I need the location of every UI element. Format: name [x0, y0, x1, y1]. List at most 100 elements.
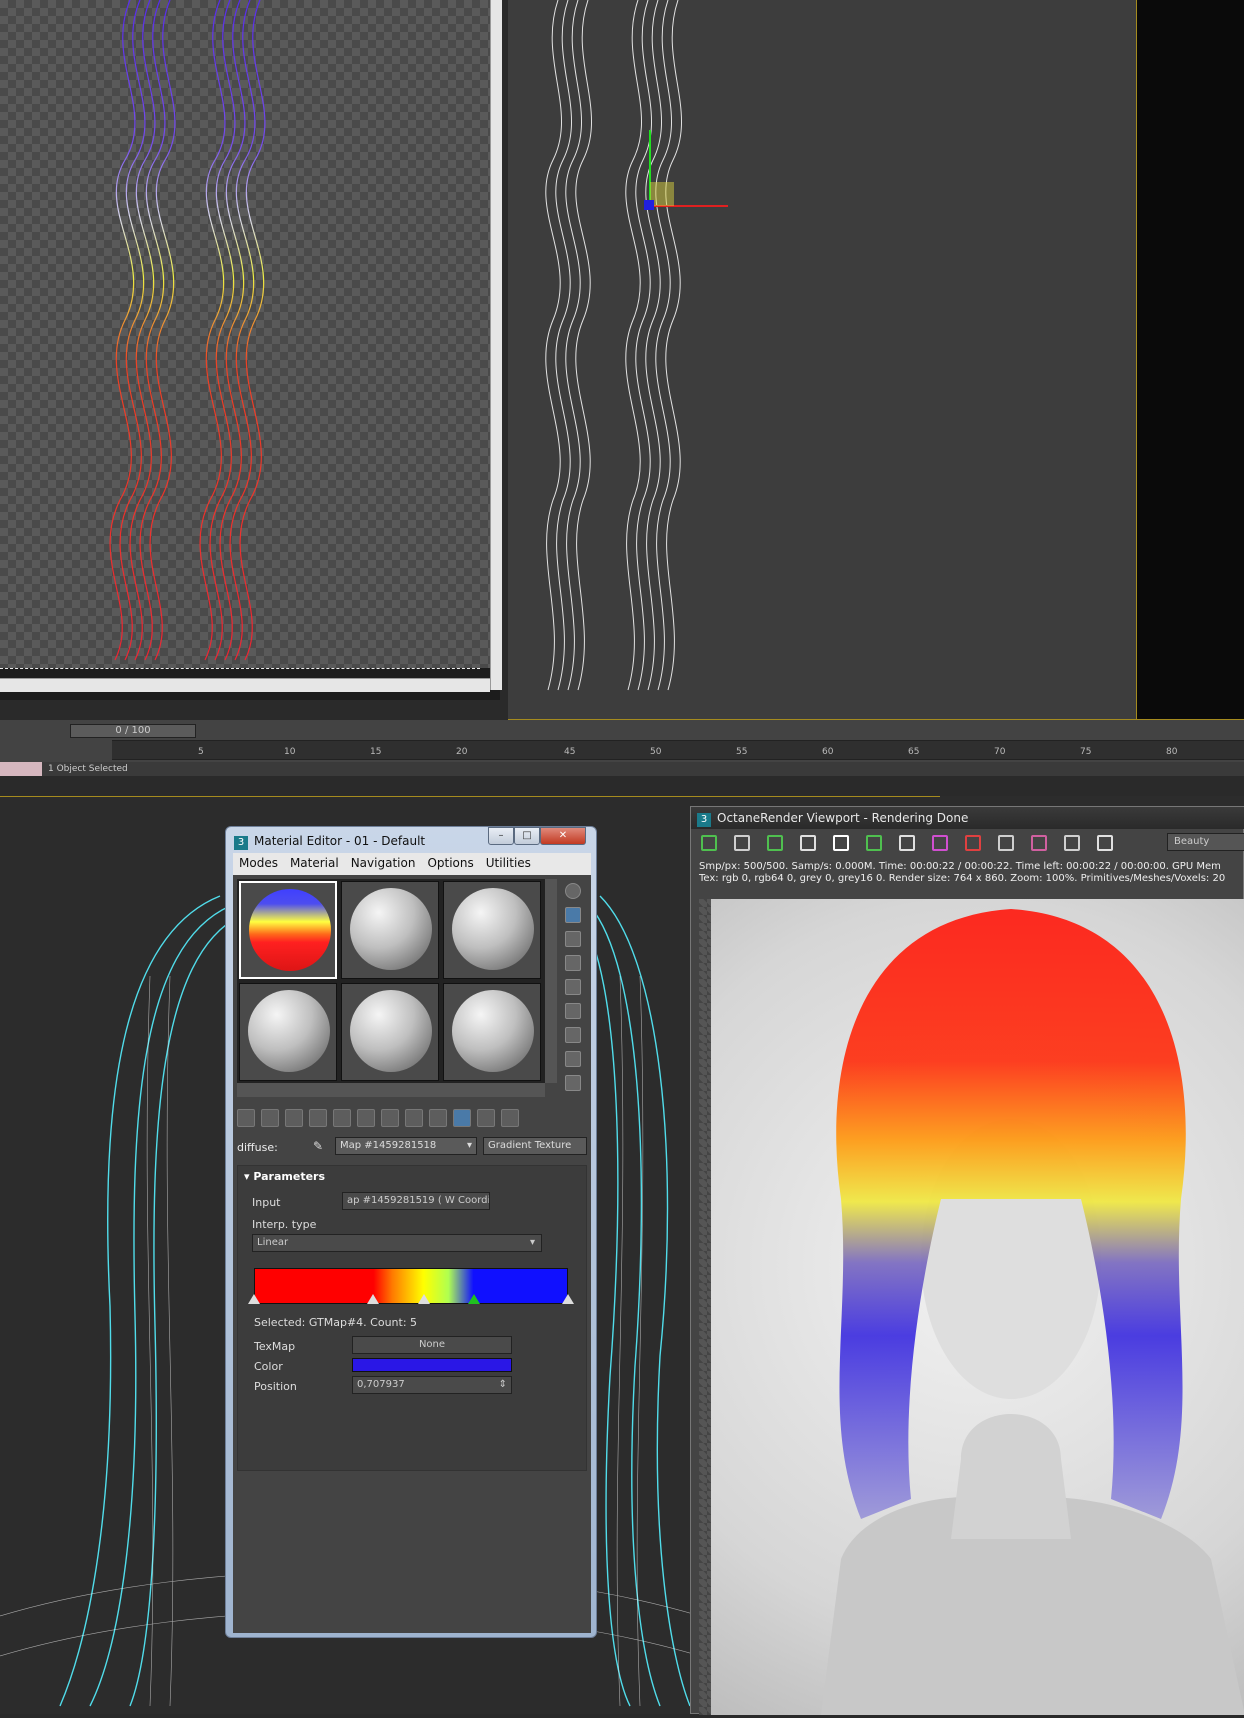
menu-navigation[interactable]: Navigation [345, 853, 422, 873]
close-button[interactable]: ✕ [540, 827, 586, 845]
timeline-tick: 70 [994, 747, 1006, 757]
viewport-vertical-scrollbar[interactable] [490, 0, 502, 690]
render-pass-dropdown[interactable]: Beauty [1167, 833, 1244, 851]
window-title: OctaneRender Viewport - Rendering Done [717, 811, 969, 825]
timeline-track[interactable]: 5 10 15 20 45 50 55 60 65 70 75 80 [112, 740, 1244, 760]
material-preview-sphere [452, 888, 534, 970]
timeline-tick: 75 [1080, 747, 1092, 757]
material-id-channel-icon[interactable] [405, 1109, 423, 1127]
sample-type-icon[interactable] [565, 883, 581, 899]
menu-utilities[interactable]: Utilities [480, 853, 537, 873]
octane-tool-icon[interactable] [800, 835, 816, 851]
octane-tool-icon[interactable] [767, 835, 783, 851]
sample-slot[interactable] [341, 983, 439, 1081]
go-to-parent-icon[interactable] [477, 1109, 495, 1127]
gradient-flag-marker[interactable] [248, 1294, 260, 1304]
octane-tool-icon[interactable] [998, 835, 1014, 851]
go-forward-sibling-icon[interactable] [501, 1109, 519, 1127]
select-by-material-icon[interactable] [565, 1051, 581, 1067]
menu-options[interactable]: Options [421, 853, 479, 873]
octane-tool-icon[interactable] [932, 835, 948, 851]
chevron-down-icon: ▾ [466, 1140, 472, 1151]
minimize-button[interactable]: – [488, 827, 514, 845]
stats-line: Tex: rgb 0, rgb64 0, grey 0, grey16 0. R… [699, 873, 1226, 884]
viewport-horizontal-scrollbar[interactable] [0, 678, 490, 692]
show-shaded-icon[interactable] [429, 1109, 447, 1127]
octane-render-window[interactable]: 3 OctaneRender Viewport - Rendering Done … [690, 806, 1244, 1715]
sample-slot-active[interactable] [239, 881, 337, 979]
octane-tool-icon[interactable] [734, 835, 750, 851]
material-editor-window[interactable]: 3 Material Editor - 01 - Default – □ ✕ Mo… [225, 826, 597, 1638]
get-material-icon[interactable] [237, 1109, 255, 1127]
color-swatch[interactable] [352, 1358, 512, 1372]
slots-horizontal-scrollbar[interactable] [237, 1083, 545, 1097]
show-end-result-icon[interactable] [453, 1109, 471, 1127]
material-preview-sphere [452, 990, 534, 1072]
put-material-icon[interactable] [261, 1109, 279, 1127]
make-preview-icon[interactable] [565, 1003, 581, 1019]
octane-tool-icon[interactable] [701, 835, 717, 851]
app-logo-icon: 3 [697, 813, 711, 827]
octane-tool-icon[interactable] [965, 835, 981, 851]
rollout-header[interactable]: ▾ Parameters [244, 1170, 325, 1183]
material-map-navigator-icon[interactable] [565, 1075, 581, 1091]
octane-tool-icon[interactable] [866, 835, 882, 851]
timeline-tick: 20 [456, 747, 468, 757]
backlight-icon[interactable] [565, 907, 581, 923]
map-type-button[interactable]: Gradient Texture [483, 1137, 587, 1155]
menu-bar: Modes Material Navigation Options Utilities [233, 853, 591, 875]
sample-slot[interactable] [443, 881, 541, 979]
position-spinner[interactable]: 0,707937 ⇕ [352, 1376, 512, 1394]
texmap-button[interactable]: None [352, 1336, 512, 1354]
bust-neck [951, 1414, 1071, 1539]
gradient-flag-marker[interactable] [467, 1294, 480, 1304]
menu-modes[interactable]: Modes [233, 853, 284, 873]
gradient-flag-marker[interactable] [367, 1294, 380, 1304]
sample-slot[interactable] [239, 983, 337, 1081]
reset-map-icon[interactable] [309, 1109, 327, 1127]
chevron-down-icon: ▾ [529, 1237, 535, 1248]
put-to-library-icon[interactable] [381, 1109, 399, 1127]
spinner-arrows-icon: ⇕ [498, 1379, 507, 1390]
assign-material-icon[interactable] [285, 1109, 303, 1127]
viewport-top-right[interactable] [508, 0, 1136, 720]
octane-tool-icon[interactable] [1064, 835, 1080, 851]
octane-tool-icon[interactable] [1031, 835, 1047, 851]
viewport-dashed-border [0, 668, 480, 669]
parameters-rollout: ▾ Parameters Input ap #1459281519 ( W Co… [237, 1165, 587, 1471]
input-map-button[interactable]: ap #1459281519 ( W Coordinate [342, 1192, 490, 1210]
collapse-triangle-icon: ▾ [244, 1170, 254, 1183]
eyedropper-icon[interactable]: ✎ [313, 1139, 327, 1153]
white-curly-hair-wireframe [545, 0, 728, 691]
map-name-dropdown[interactable]: Map #1459281518 ▾ [335, 1137, 477, 1155]
sample-uv-tiling-icon[interactable] [565, 955, 581, 971]
render-statistics: Smp/px: 500/500. Samp/s: 0.000M. Time: 0… [699, 861, 1244, 885]
selection-info: Selected: GTMap#4. Count: 5 [254, 1316, 418, 1329]
make-copy-icon[interactable] [333, 1109, 351, 1127]
sample-slots-grid [237, 879, 545, 1083]
octane-tool-icon[interactable] [1097, 835, 1113, 851]
octane-tool-icon[interactable] [833, 835, 849, 851]
interp-type-dropdown[interactable]: Linear ▾ [252, 1234, 542, 1252]
timeline-tick: 60 [822, 747, 834, 757]
background-icon[interactable] [565, 931, 581, 947]
sample-slot[interactable] [341, 881, 439, 979]
octane-titlebar[interactable]: 3 OctaneRender Viewport - Rendering Done [691, 807, 1244, 829]
video-color-check-icon[interactable] [565, 979, 581, 995]
texmap-label: TexMap [254, 1340, 296, 1353]
maximize-button[interactable]: □ [514, 827, 540, 845]
gradient-flag-marker[interactable] [417, 1294, 430, 1304]
timeline-tick: 80 [1166, 747, 1178, 757]
make-unique-icon[interactable] [357, 1109, 375, 1127]
time-slider[interactable]: 0 / 100 [70, 724, 196, 738]
transform-gizmo[interactable] [644, 130, 728, 210]
viewport-top-left[interactable] [0, 0, 502, 700]
octane-tool-icon[interactable] [899, 835, 915, 851]
sample-slot[interactable] [443, 983, 541, 1081]
slots-vertical-scrollbar[interactable] [545, 879, 557, 1083]
gradient-flag-marker[interactable] [562, 1294, 574, 1304]
menu-material[interactable]: Material [284, 853, 345, 873]
colored-curly-hair-viewport [109, 0, 266, 661]
options-icon[interactable] [565, 1027, 581, 1043]
gradient-ramp[interactable] [254, 1268, 568, 1304]
